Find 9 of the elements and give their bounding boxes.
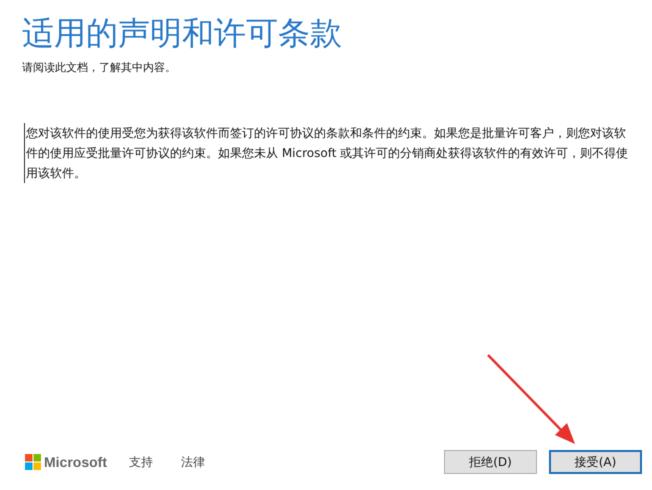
footer-link[interactable]: 支持 <box>129 454 153 470</box>
dialog-button[interactable]: 接受(A) <box>549 450 642 474</box>
dialog-button[interactable]: 拒绝(D) <box>444 450 537 474</box>
footer-link[interactable]: 法律 <box>181 454 205 470</box>
subtitle: 请阅读此文档，了解其中内容。 <box>22 60 177 75</box>
windows-logo-icon <box>25 454 41 470</box>
brand-name: Microsoft <box>44 454 107 470</box>
page-title: 适用的声明和许可条款 <box>22 13 343 54</box>
license-text: 您对该软件的使用受您为获得该软件而签订的许可协议的条款和条件的约束。如果您是批量许可客户，则您对该软件的使用应受批量许可协议的约束。如果您未从 Microsoft 或其许可的分销商处获得该软件的有效许可，则不得使用该软件。 <box>24 123 632 183</box>
